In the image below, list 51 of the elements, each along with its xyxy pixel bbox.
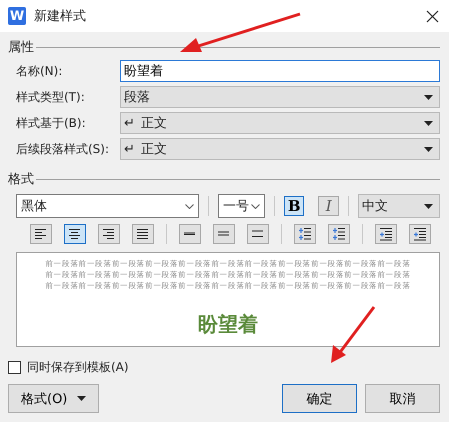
caret-icon (77, 396, 86, 401)
style-dropdown[interactable]: ↵ 正文 (120, 112, 440, 134)
size-dropdown[interactable]: 一号 (218, 194, 265, 218)
ok-button[interactable]: 确定 (282, 384, 357, 413)
toolbar-button[interactable] (328, 224, 350, 244)
toolbar-button[interactable] (179, 224, 201, 244)
italic-button[interactable]: I (318, 196, 340, 216)
chevron-icon (250, 204, 260, 208)
checkbox-label: 同时保存到模板(A) (27, 359, 129, 376)
style-dropdown[interactable]: 段落 (120, 86, 440, 108)
cancel-button[interactable]: 取消 (365, 384, 440, 413)
align-right-icon (102, 227, 116, 241)
toolbar-button[interactable] (247, 224, 269, 244)
toolbar-button[interactable] (30, 224, 52, 244)
caret-icon (424, 204, 433, 208)
caret-icon (424, 94, 433, 100)
close-icon[interactable] (426, 10, 439, 22)
toolbar-button[interactable] (294, 224, 316, 244)
field-label: 样式基于(B): (16, 114, 87, 132)
para-space-before-icon (298, 227, 312, 241)
annotation-arrow (328, 305, 378, 365)
para-space-after-icon (332, 227, 346, 241)
format-menu-button[interactable]: 格式(O) (8, 384, 100, 413)
field-label: 样式类型(T): (16, 88, 86, 106)
toolbar-button[interactable] (64, 224, 86, 244)
style-dropdown[interactable]: ↵ 正文 (120, 138, 440, 160)
bold-button[interactable]: B (284, 196, 304, 216)
app-logo: W (8, 7, 26, 25)
checkbox[interactable] (8, 361, 21, 374)
align-left-icon (34, 227, 48, 241)
indent-decrease-icon (379, 227, 393, 241)
section-heading: 格式 (8, 171, 34, 188)
chevron-icon (184, 204, 194, 208)
preview-sample-text: 盼望着 (198, 311, 258, 338)
section-heading: 属性 (8, 39, 34, 56)
toolbar-button[interactable] (409, 224, 431, 244)
align-center-icon (68, 227, 82, 241)
caret-icon (424, 146, 433, 152)
field-label: 后续段落样式(S): (16, 140, 110, 158)
align-justify-icon (136, 227, 150, 241)
toolbar-button[interactable] (375, 224, 397, 244)
toolbar-button[interactable] (132, 224, 154, 244)
window-title: 新建样式 (34, 8, 87, 25)
script-dropdown[interactable]: 中文 (358, 194, 440, 218)
font-dropdown[interactable]: 黑体 (16, 194, 199, 218)
caret-icon (424, 120, 433, 126)
field-label: 名称(N): (16, 62, 64, 80)
indent-increase-icon (413, 227, 427, 241)
toolbar-button[interactable] (98, 224, 120, 244)
toolbar-button[interactable] (213, 224, 235, 244)
name-field[interactable]: 盼望着 (120, 60, 440, 82)
